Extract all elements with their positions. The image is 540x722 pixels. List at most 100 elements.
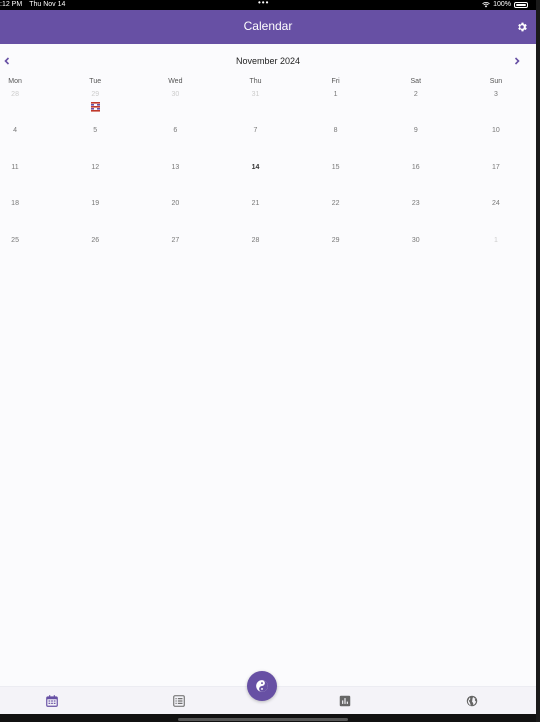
battery-percent: 100% [493, 1, 511, 8]
day-number: 3 [493, 91, 498, 98]
day-number: 21 [251, 200, 260, 208]
yin-yang-fab[interactable] [247, 671, 277, 701]
day-cell[interactable]: 29 [296, 236, 376, 272]
day-number: 29 [331, 236, 340, 244]
day-cell[interactable]: 13 [135, 163, 215, 199]
entry-marker-icon [91, 102, 101, 112]
calendar-weeks: 28 29 30 31 1 2 3 4 5 6 7 8 9 10 11 12 13 14 15 16 17 18 19 20 2… [0, 90, 536, 272]
day-cell[interactable]: 28 [0, 90, 55, 126]
day-cell[interactable]: 11 [0, 163, 55, 199]
status-bar: :12 PM Thu Nov 14 ••• 100% [0, 0, 536, 10]
day-number: 15 [331, 163, 340, 171]
day-cell[interactable]: 28 [215, 236, 295, 272]
weekday-label: Thu [249, 78, 262, 85]
bar-chart-icon[interactable] [338, 694, 352, 708]
calendar-week-row: 11 12 13 14 15 16 17 [0, 163, 536, 199]
home-indicator-area [0, 714, 536, 722]
day-cell[interactable]: 30 [376, 236, 456, 272]
day-number: 17 [492, 163, 500, 171]
day-number: 5 [93, 127, 98, 135]
day-cell[interactable]: 3 [456, 90, 536, 126]
day-cell[interactable]: 18 [0, 199, 55, 235]
day-cell[interactable]: 25 [0, 236, 55, 272]
day-cell[interactable]: 30 [135, 90, 215, 126]
device-edge [536, 0, 540, 722]
calendar-icon[interactable] [45, 694, 59, 708]
day-cell[interactable]: 20 [135, 199, 215, 235]
day-number: 19 [91, 200, 100, 208]
day-number: 30 [411, 236, 420, 244]
day-number: 13 [171, 163, 180, 171]
calendar-week-row: 28 29 30 31 1 2 3 [0, 90, 536, 126]
wifi-icon [482, 1, 490, 7]
day-number: 2 [413, 91, 418, 98]
day-number: 28 [11, 91, 19, 98]
day-cell[interactable]: 5 [55, 126, 135, 162]
day-cell[interactable]: 16 [376, 163, 456, 199]
day-cell[interactable]: 12 [55, 163, 135, 199]
day-cell[interactable]: 10 [456, 126, 536, 162]
day-cell[interactable]: 23 [376, 199, 456, 235]
weekday-label: Mon [8, 78, 22, 85]
day-number: 25 [11, 236, 19, 244]
day-cell[interactable]: 1 [456, 236, 536, 272]
day-number: 6 [173, 127, 178, 135]
day-cell-today[interactable]: 14 [215, 163, 295, 199]
day-cell[interactable]: 1 [296, 90, 376, 126]
day-number: 11 [11, 163, 19, 171]
day-cell[interactable]: 26 [55, 236, 135, 272]
day-cell[interactable]: 29 [55, 90, 135, 126]
weekday-label: Fri [331, 78, 340, 85]
battery-icon [514, 1, 528, 8]
day-number: 22 [331, 200, 340, 208]
day-number: 14 [251, 163, 260, 171]
day-number: 24 [492, 200, 500, 208]
day-number: 28 [251, 236, 260, 244]
day-cell[interactable]: 17 [456, 163, 536, 199]
day-number: 27 [171, 236, 180, 244]
app-bar: Calendar [0, 10, 536, 44]
weekday-label: Tue [89, 78, 102, 85]
day-number: 9 [413, 127, 418, 135]
journal-icon[interactable] [172, 694, 186, 708]
gear-icon[interactable] [516, 21, 528, 33]
globe-icon[interactable] [465, 694, 479, 708]
day-number: 31 [251, 91, 260, 98]
weekday-label: Sat [410, 78, 422, 85]
calendar-week-row: 25 26 27 28 29 30 1 [0, 236, 536, 272]
status-left: :12 PM Thu Nov 14 [0, 0, 72, 9]
month-label: November 2024 [235, 56, 301, 66]
day-cell[interactable]: 7 [215, 126, 295, 162]
day-number: 10 [492, 127, 500, 135]
day-cell[interactable]: 2 [376, 90, 456, 126]
day-cell[interactable]: 8 [296, 126, 376, 162]
day-cell[interactable]: 15 [296, 163, 376, 199]
day-number: 1 [333, 91, 338, 98]
chevron-right-icon[interactable] [512, 55, 522, 67]
calendar-grid: Mon Tue Wed Thu Fri Sat Sun 28 29 30 31 1 2 3 4 5 6 7 8 9 1… [0, 78, 536, 272]
day-cell[interactable]: 21 [215, 199, 295, 235]
day-cell[interactable]: 27 [135, 236, 215, 272]
calendar-week-row: 4 5 6 7 8 9 10 [0, 126, 536, 162]
day-number: 18 [11, 200, 19, 208]
day-cell[interactable]: 24 [456, 199, 536, 235]
page-title: Calendar [243, 19, 293, 33]
day-cell[interactable]: 9 [376, 126, 456, 162]
weekday-header: Mon Tue Wed Thu Fri Sat Sun [0, 78, 536, 90]
day-cell[interactable]: 22 [296, 199, 376, 235]
month-navigation: November 2024 [0, 54, 536, 68]
day-number: 12 [91, 163, 100, 171]
day-number: 20 [171, 200, 180, 208]
day-cell[interactable]: 19 [55, 199, 135, 235]
day-number: 1 [493, 236, 498, 244]
multitasking-dots[interactable]: ••• [258, 0, 269, 7]
status-right: 100% [482, 0, 528, 9]
day-cell[interactable]: 4 [0, 126, 55, 162]
calendar-week-row: 18 19 20 21 22 23 24 [0, 199, 536, 235]
day-number: 7 [253, 127, 258, 135]
app-screen: :12 PM Thu Nov 14 ••• 100% Calendar Novem… [0, 0, 536, 722]
day-number: 16 [411, 163, 420, 171]
day-cell[interactable]: 6 [135, 126, 215, 162]
home-indicator[interactable] [178, 718, 348, 721]
day-cell[interactable]: 31 [215, 90, 295, 126]
